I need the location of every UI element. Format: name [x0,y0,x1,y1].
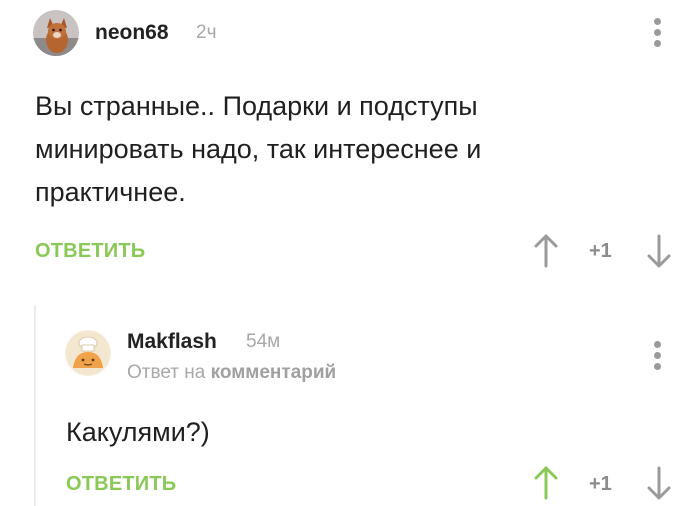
reply-to-link[interactable]: комментарий [211,362,337,383]
avatar[interactable] [65,330,111,376]
chef-avatar-icon [65,330,111,376]
rating-count: +1 [589,240,612,262]
rating-count: +1 [589,473,612,495]
vote-up-icon[interactable] [531,233,561,269]
reply-button[interactable]: ОТВЕТИТЬ [66,473,176,496]
reply-comment: Makflash 54м Ответ на комментарий Какуля… [0,305,700,506]
username[interactable]: Makflash [127,330,217,354]
timestamp: 54м [246,331,281,352]
more-options-icon[interactable] [654,18,662,48]
comment-text: Какулями?) [66,417,210,447]
timestamp: 2ч [196,22,217,43]
reply-to-prefix: Ответ на [127,362,206,383]
reply-to-label: Ответ на комментарий [127,362,336,384]
vote-up-icon[interactable] [531,465,561,501]
username[interactable]: neon68 [95,21,169,45]
vote-down-icon[interactable] [644,233,674,269]
comment: neon68 2ч Вы странные.. Подарки и подсту… [0,0,700,290]
fox-avatar-icon [33,10,79,56]
more-options-icon[interactable] [654,341,662,371]
avatar[interactable] [33,10,79,56]
vote-down-icon[interactable] [644,465,674,501]
comment-text: Вы странные.. Подарки и подступы миниров… [35,91,482,207]
reply-button[interactable]: ОТВЕТИТЬ [35,240,145,263]
